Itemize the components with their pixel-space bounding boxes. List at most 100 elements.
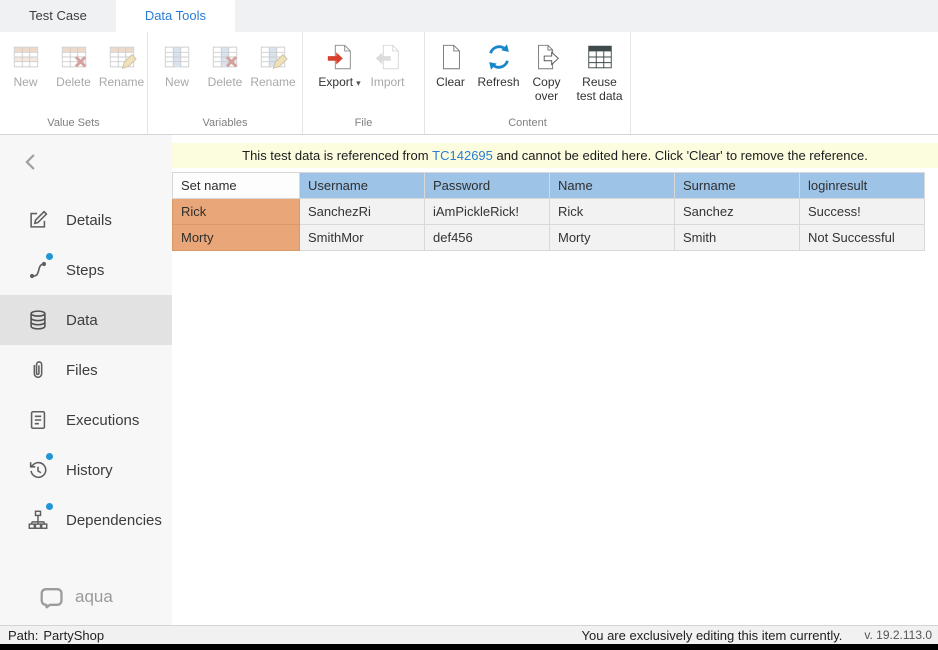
bottom-black-strip <box>0 644 938 650</box>
column-header-username[interactable]: Username <box>300 173 425 199</box>
ribbon-group-label: File <box>303 117 424 129</box>
aqua-logo: aqua <box>38 583 113 611</box>
dropdown-caret-icon <box>353 75 361 89</box>
app-window: Test Case Data Tools New Delete Re <box>0 0 938 650</box>
column-header-loginresult[interactable]: loginresult <box>800 173 925 199</box>
ribbon: New Delete Rename Value Sets N <box>0 32 938 135</box>
cell-loginresult[interactable]: Success! <box>800 199 925 225</box>
path-indicator: Path: PartyShop <box>8 628 104 643</box>
edit-icon <box>26 208 50 232</box>
ribbon-group-variables: New Delete Rename Variables <box>148 32 303 134</box>
sidebar-item-label: Data <box>66 312 98 329</box>
ribbon-button-label: Clear <box>436 76 465 90</box>
sidebar-item-label: Details <box>66 212 112 229</box>
notification-dot <box>46 253 53 260</box>
chevron-left-icon <box>20 151 42 173</box>
sidebar-item-label: Files <box>66 362 98 379</box>
cell-surname[interactable]: Smith <box>675 225 800 251</box>
ribbon-button-label: Export <box>318 76 360 90</box>
column-new-icon <box>161 41 193 73</box>
ribbon-group-label: Value Sets <box>0 117 147 129</box>
sidebar-item-steps[interactable]: Steps <box>0 245 172 295</box>
referenced-test-case-link[interactable]: TC142695 <box>432 148 493 163</box>
copy-over-button[interactable]: Copy over <box>523 41 571 104</box>
notice-text-after: and cannot be edited here. Click 'Clear'… <box>493 148 868 163</box>
column-header-set-name[interactable]: Set name <box>173 173 300 199</box>
refresh-button[interactable]: Refresh <box>475 41 523 90</box>
sidebar-item-history[interactable]: History <box>0 445 172 495</box>
import-icon <box>372 41 404 73</box>
notification-dot <box>46 453 53 460</box>
ribbon-button-label: Rename <box>250 76 295 90</box>
reuse-grid-icon <box>584 41 616 73</box>
database-icon <box>26 308 50 332</box>
table-header-row: Set name Username Password Name Surname … <box>173 173 925 199</box>
path-value: PartyShop <box>43 628 104 643</box>
ribbon-button-label: New <box>13 76 37 90</box>
steps-icon <box>26 258 50 282</box>
import-button[interactable]: Import <box>364 41 412 90</box>
export-button[interactable]: Export <box>316 41 364 90</box>
sidebar-item-label: Steps <box>66 262 104 279</box>
test-data-table: Set name Username Password Name Surname … <box>172 172 925 251</box>
column-rename-icon <box>257 41 289 73</box>
export-label-text: Export <box>318 75 353 89</box>
reference-notice-bar: This test data is referenced from TC1426… <box>172 143 938 168</box>
cell-password[interactable]: def456 <box>425 225 550 251</box>
sidebar: Details Steps Data Files Execut <box>0 135 172 625</box>
table-delete-icon <box>58 41 90 73</box>
history-icon <box>26 458 50 482</box>
ribbon-group-file: Export Import File <box>303 32 425 134</box>
cell-surname[interactable]: Sanchez <box>675 199 800 225</box>
cell-loginresult[interactable]: Not Successful <box>800 225 925 251</box>
column-header-name[interactable]: Name <box>550 173 675 199</box>
sidebar-item-executions[interactable]: Executions <box>0 395 172 445</box>
column-delete-icon <box>209 41 241 73</box>
column-header-password[interactable]: Password <box>425 173 550 199</box>
value-sets-new-button[interactable]: New <box>2 41 50 90</box>
cell-username[interactable]: SanchezRi <box>300 199 425 225</box>
ribbon-button-label: Rename <box>99 76 144 90</box>
sidebar-item-dependencies[interactable]: Dependencies <box>0 495 172 545</box>
reuse-test-data-button[interactable]: Reuse test data <box>571 41 629 104</box>
main-content: This test data is referenced from TC1426… <box>172 135 938 625</box>
sidebar-item-files[interactable]: Files <box>0 345 172 395</box>
cell-set-name[interactable]: Morty <box>173 225 300 251</box>
cell-name[interactable]: Morty <box>550 225 675 251</box>
ribbon-button-label: Reuse test data <box>572 76 628 104</box>
dependencies-icon <box>26 508 50 532</box>
column-header-surname[interactable]: Surname <box>675 173 800 199</box>
paperclip-icon <box>26 358 50 382</box>
value-sets-rename-button[interactable]: Rename <box>98 41 146 90</box>
table-row: Morty SmithMor def456 Morty Smith Not Su… <box>173 225 925 251</box>
table-rename-icon <box>106 41 138 73</box>
variables-rename-button[interactable]: Rename <box>249 41 297 90</box>
sidebar-item-label: Dependencies <box>66 512 162 529</box>
collapse-sidebar-button[interactable] <box>0 135 172 195</box>
ribbon-button-label: Refresh <box>477 76 519 90</box>
cell-name[interactable]: Rick <box>550 199 675 225</box>
sidebar-item-label: Executions <box>66 412 139 429</box>
cell-username[interactable]: SmithMor <box>300 225 425 251</box>
variables-new-button[interactable]: New <box>153 41 201 90</box>
tab-data-tools[interactable]: Data Tools <box>116 0 235 32</box>
clear-button[interactable]: Clear <box>427 41 475 90</box>
path-label: Path: <box>8 628 38 643</box>
version-label: v. 19.2.113.0 <box>864 628 932 642</box>
executions-icon <box>26 408 50 432</box>
ribbon-button-label: Delete <box>208 76 243 90</box>
sidebar-item-details[interactable]: Details <box>0 195 172 245</box>
refresh-icon <box>483 41 515 73</box>
sidebar-item-data[interactable]: Data <box>0 295 172 345</box>
copy-over-icon <box>531 41 563 73</box>
notification-dot <box>46 503 53 510</box>
variables-delete-button[interactable]: Delete <box>201 41 249 90</box>
cell-set-name[interactable]: Rick <box>173 199 300 225</box>
cell-password[interactable]: iAmPickleRick! <box>425 199 550 225</box>
export-icon <box>324 41 356 73</box>
aqua-logo-icon <box>38 583 66 611</box>
value-sets-delete-button[interactable]: Delete <box>50 41 98 90</box>
tab-test-case[interactable]: Test Case <box>0 0 116 32</box>
notice-text-before: This test data is referenced from <box>242 148 432 163</box>
ribbon-button-label: New <box>165 76 189 90</box>
